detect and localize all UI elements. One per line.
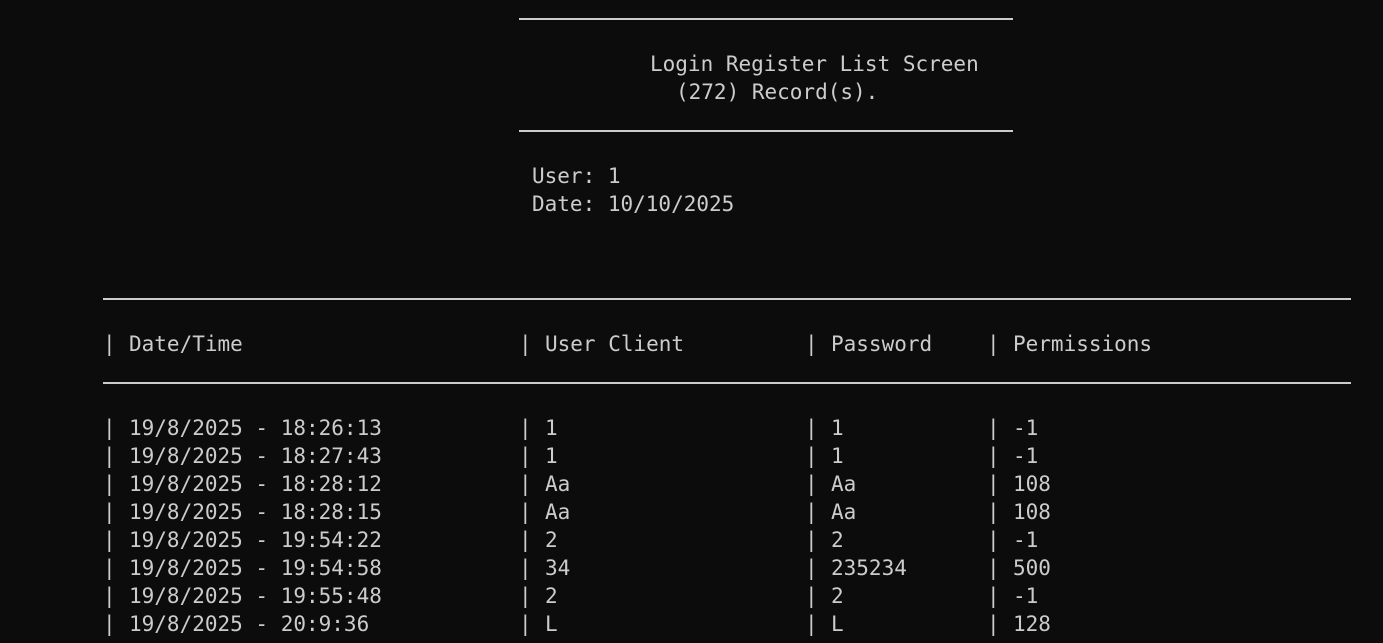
screen-title: Login Register List Screen	[650, 52, 979, 76]
cell-permissions: 500	[1013, 556, 1051, 580]
cell-datetime: 19/8/2025 - 18:26:13	[129, 416, 382, 440]
table-row: | 19/8/2025 - 19:54:58 | 34 | 235234 | 500	[0, 554, 1383, 582]
column-separator: |	[805, 528, 818, 552]
column-separator: |	[519, 500, 532, 524]
header-bottom-rule	[519, 130, 1013, 132]
cell-password: Aa	[831, 500, 857, 524]
table-top-rule	[103, 298, 1351, 300]
column-separator: |	[519, 416, 532, 440]
column-separator: |	[987, 584, 1000, 608]
column-separator: |	[103, 416, 116, 440]
cell-permissions: -1	[1013, 444, 1039, 468]
cell-permissions: 108	[1013, 472, 1051, 496]
cell-password: 1	[831, 416, 844, 440]
header-password: Password	[831, 332, 933, 356]
cell-user-client: Aa	[545, 472, 571, 496]
column-separator: |	[805, 472, 818, 496]
table-row: | 19/8/2025 - 20:9:36 | L | L | 128	[0, 610, 1383, 638]
column-separator: |	[103, 528, 116, 552]
session-date: Date: 10/10/2025	[532, 192, 735, 216]
column-separator: |	[519, 444, 532, 468]
column-separator: |	[519, 332, 532, 356]
column-separator: |	[103, 500, 116, 524]
table-header-row: | Date/Time | User Client | Password | P…	[0, 330, 1383, 358]
table-row: | 19/8/2025 - 19:54:22 | 2 | 2 | -1	[0, 526, 1383, 554]
column-separator: |	[103, 584, 116, 608]
cell-user-client: 1	[545, 444, 558, 468]
cell-password: 1	[831, 444, 844, 468]
column-separator: |	[987, 444, 1000, 468]
column-separator: |	[987, 612, 1000, 636]
column-separator: |	[519, 584, 532, 608]
record-count: (272) Record(s).	[676, 80, 879, 104]
column-separator: |	[987, 528, 1000, 552]
cell-password: 2	[831, 584, 844, 608]
cell-permissions: -1	[1013, 528, 1039, 552]
table-row: | 19/8/2025 - 18:28:12 | Aa | Aa | 108	[0, 470, 1383, 498]
cell-user-client: Aa	[545, 500, 571, 524]
column-separator: |	[987, 500, 1000, 524]
column-separator: |	[103, 612, 116, 636]
column-separator: |	[805, 612, 818, 636]
cell-permissions: 128	[1013, 612, 1051, 636]
cell-datetime: 19/8/2025 - 18:27:43	[129, 444, 382, 468]
table-row: | 19/8/2025 - 18:26:13 | 1 | 1 | -1	[0, 414, 1383, 442]
cell-user-client: 34	[545, 556, 571, 580]
column-separator: |	[987, 416, 1000, 440]
column-separator: |	[805, 584, 818, 608]
column-separator: |	[519, 528, 532, 552]
column-separator: |	[805, 332, 818, 356]
table-header-rule	[103, 382, 1351, 384]
table-row: | 19/8/2025 - 19:55:48 | 2 | 2 | -1	[0, 582, 1383, 610]
column-separator: |	[805, 444, 818, 468]
column-separator: |	[519, 612, 532, 636]
cell-datetime: 19/8/2025 - 19:54:58	[129, 556, 382, 580]
header-top-rule	[519, 18, 1013, 20]
table-row: | 19/8/2025 - 18:28:15 | Aa | Aa | 108	[0, 498, 1383, 526]
cell-datetime: 19/8/2025 - 20:9:36	[129, 612, 370, 636]
cell-user-client: 2	[545, 584, 558, 608]
cell-permissions: -1	[1013, 584, 1039, 608]
column-separator: |	[103, 332, 116, 356]
cell-password: Aa	[831, 472, 857, 496]
column-separator: |	[103, 472, 116, 496]
column-separator: |	[987, 472, 1000, 496]
column-separator: |	[987, 556, 1000, 580]
cell-user-client: 2	[545, 528, 558, 552]
cell-password: 235234	[831, 556, 907, 580]
cell-user-client: 1	[545, 416, 558, 440]
column-separator: |	[519, 556, 532, 580]
column-separator: |	[987, 332, 1000, 356]
column-separator: |	[805, 556, 818, 580]
cell-password: 2	[831, 528, 844, 552]
cell-datetime: 19/8/2025 - 18:28:15	[129, 500, 382, 524]
cell-datetime: 19/8/2025 - 19:54:22	[129, 528, 382, 552]
column-separator: |	[805, 500, 818, 524]
column-separator: |	[805, 416, 818, 440]
cell-datetime: 19/8/2025 - 18:28:12	[129, 472, 382, 496]
header-datetime: Date/Time	[129, 332, 243, 356]
cell-user-client: L	[545, 612, 558, 636]
cell-datetime: 19/8/2025 - 19:55:48	[129, 584, 382, 608]
table-row: | 19/8/2025 - 18:27:43 | 1 | 1 | -1	[0, 442, 1383, 470]
column-separator: |	[519, 472, 532, 496]
column-separator: |	[103, 556, 116, 580]
cell-permissions: 108	[1013, 500, 1051, 524]
header-permissions: Permissions	[1013, 332, 1153, 356]
session-user: User: 1	[532, 164, 621, 188]
column-separator: |	[103, 444, 116, 468]
cell-password: L	[831, 612, 844, 636]
header-user-client: User Client	[545, 332, 685, 356]
cell-permissions: -1	[1013, 416, 1039, 440]
